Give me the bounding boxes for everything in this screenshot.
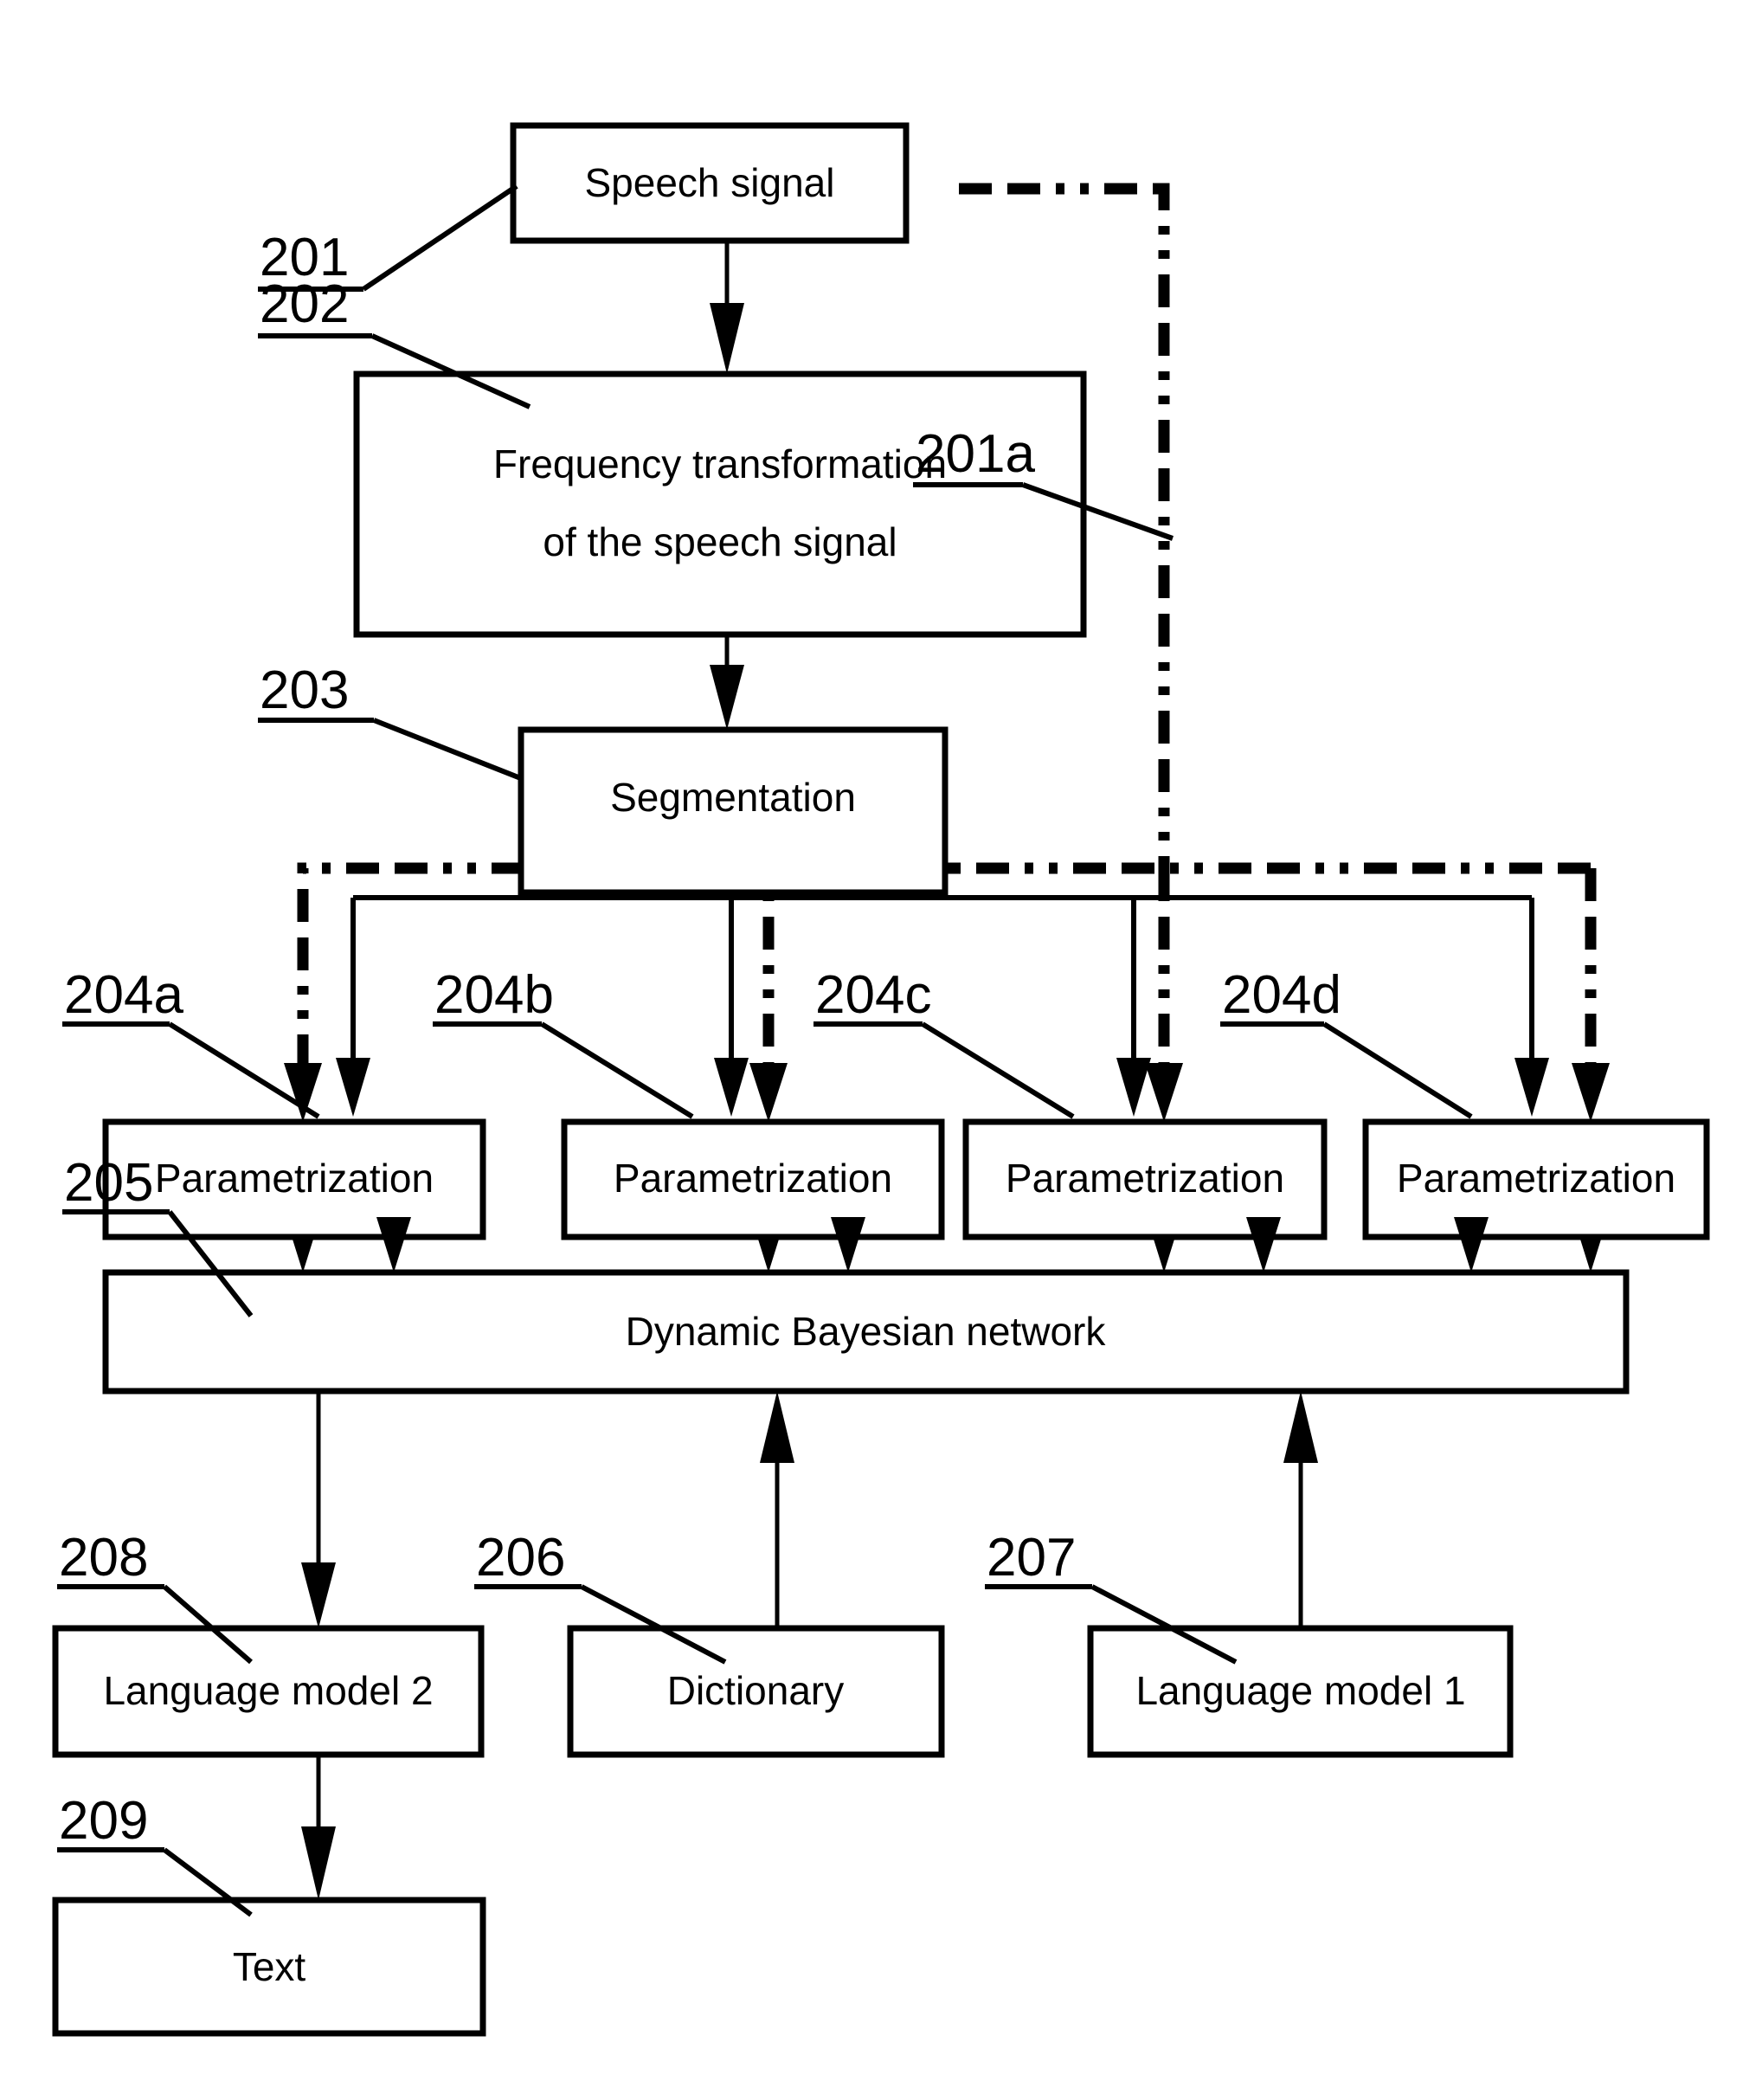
ref-numeral-203: 203 [260,660,349,720]
block-frequency-transformation-label-line1: Frequency transformation [493,441,947,486]
block-text[interactable]: Text [52,1897,486,2037]
arrow-language-model-1-to-dbn [1283,1391,1318,1628]
block-frequency-transformation-rect[interactable] [353,370,1087,638]
block-parametrization-b-label: Parametrization [614,1156,892,1201]
block-segmentation[interactable]: Segmentation [518,726,949,896]
flow-diagram-canvas: Speech signal 201 201 Frequency transfor… [52,122,1710,2037]
ref-numeral-209: 209 [59,1791,148,1851]
block-parametrization-a[interactable]: Parametrization [102,1118,486,1240]
block-speech-signal[interactable]: Speech signal [510,122,910,244]
leader-203 [258,718,524,782]
block-dictionary[interactable]: Dictionary [567,1625,945,1758]
ref-numeral-204b: 204b [434,965,554,1025]
ref-numeral-204c: 204c [815,965,931,1025]
block-parametrization-a-label: Parametrization [155,1156,434,1201]
block-speech-signal-label: Speech signal [585,160,835,205]
ref-numeral-204a: 204a [64,965,183,1025]
ref-numeral-202: 202 [260,274,349,334]
block-language-model-2-label: Language model 2 [103,1668,433,1713]
block-dynamic-bayesian-network-label: Dynamic Bayesian network [626,1309,1107,1354]
block-frequency-transformation-label-line2: of the speech signal [543,519,897,564]
block-parametrization-b[interactable]: Parametrization [561,1118,945,1240]
segmentation-branch-arrowheads [336,1058,1549,1117]
block-dynamic-bayesian-network[interactable]: Dynamic Bayesian network [102,1269,1630,1395]
ref-numeral-201a: 201a [916,424,1035,484]
block-frequency-transformation[interactable]: Frequency transformation of the speech s… [353,370,1087,638]
dashdot-inbound-arrowheads [284,1063,1610,1122]
ref-numeral-206: 206 [476,1528,565,1588]
block-language-model-1[interactable]: Language model 1 [1087,1625,1514,1758]
ref-numeral-204d: 204d [1222,965,1341,1025]
arrow-dictionary-to-dbn [760,1391,794,1628]
patent-figure: Speech signal 201 201 Frequency transfor… [0,0,1762,2100]
block-text-label: Text [233,1944,306,1989]
ref-numeral-207: 207 [987,1528,1076,1588]
block-parametrization-c-label: Parametrization [1006,1156,1284,1201]
leader-204b [433,1021,694,1119]
arrow-speech-to-frequency [710,241,744,374]
ref-numeral-205: 205 [64,1153,153,1213]
arrow-dbn-to-language-model-2 [301,1391,336,1628]
leader-204a [62,1021,320,1119]
block-segmentation-label: Segmentation [610,775,856,820]
block-parametrization-d[interactable]: Parametrization [1362,1118,1710,1240]
arrow-language-model-2-to-text [301,1755,336,1900]
block-language-model-1-label: Language model 1 [1135,1668,1465,1713]
ref-numeral-208: 208 [59,1528,148,1588]
block-language-model-2[interactable]: Language model 2 [52,1625,485,1758]
block-dictionary-label: Dictionary [667,1668,845,1713]
arrow-frequency-to-segmentation [710,635,744,730]
leader-204d [1220,1021,1473,1119]
block-parametrization-d-label: Parametrization [1397,1156,1675,1201]
leader-204c [813,1021,1075,1119]
